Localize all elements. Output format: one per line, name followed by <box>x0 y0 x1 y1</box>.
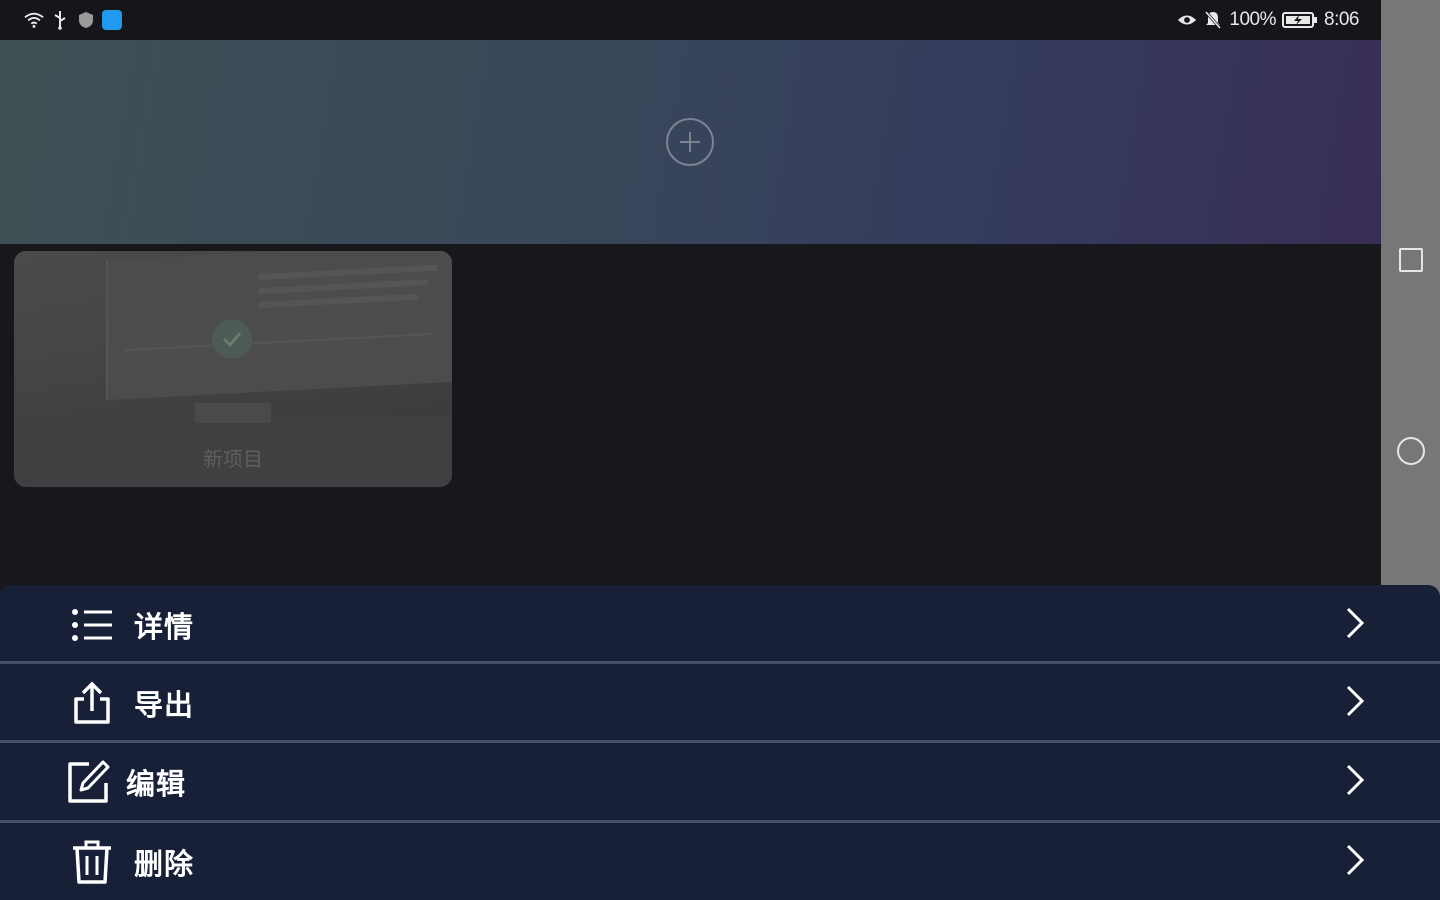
status-time: 8:06 <box>1324 9 1359 30</box>
app-notification-icon <box>102 10 122 30</box>
eye-icon <box>1177 10 1197 30</box>
battery-icon <box>1282 10 1318 30</box>
shield-icon <box>76 10 96 30</box>
usb-icon <box>50 10 70 30</box>
menu-item-details[interactable]: 详情 <box>0 587 1440 663</box>
project-title: 新项目 <box>203 447 263 471</box>
chevron-right-icon <box>1344 763 1366 801</box>
chevron-right-icon <box>1344 843 1366 881</box>
status-bar-left <box>24 10 122 30</box>
menu-item-export[interactable]: 导出 <box>0 665 1440 741</box>
trash-icon <box>68 838 116 886</box>
home-icon[interactable] <box>1397 437 1425 465</box>
list-icon <box>68 601 116 649</box>
menu-item-label: 编辑 <box>126 767 187 801</box>
chevron-right-icon <box>1344 684 1366 722</box>
menu-item-edit[interactable]: 编辑 <box>0 744 1440 820</box>
menu-divider <box>0 740 1440 743</box>
menu-divider <box>0 820 1440 823</box>
add-circle-icon[interactable] <box>666 118 714 166</box>
project-card[interactable]: 新项目 <box>14 251 452 487</box>
menu-item-label: 详情 <box>134 610 195 644</box>
menu-item-delete[interactable]: 删除 <box>0 824 1440 900</box>
action-bottom-sheet: 详情 导出 编辑 删除 <box>0 585 1440 900</box>
thumbnail-document <box>106 251 452 401</box>
status-bar-right: 100% 8:06 <box>1177 9 1359 31</box>
menu-item-label: 删除 <box>134 847 195 881</box>
edit-icon <box>64 758 112 806</box>
wifi-icon <box>24 10 44 30</box>
menu-divider <box>0 661 1440 664</box>
chevron-right-icon <box>1344 606 1366 644</box>
status-bar: 100% 8:06 <box>0 0 1381 40</box>
selected-check-icon <box>212 319 252 359</box>
battery-percent: 100% <box>1229 9 1277 30</box>
mute-bell-icon <box>1203 10 1223 30</box>
share-icon <box>68 679 116 727</box>
project-date-badge <box>195 403 271 423</box>
menu-item-label: 导出 <box>134 688 195 722</box>
create-project-banner[interactable] <box>0 40 1381 244</box>
recent-apps-icon[interactable] <box>1399 248 1423 272</box>
